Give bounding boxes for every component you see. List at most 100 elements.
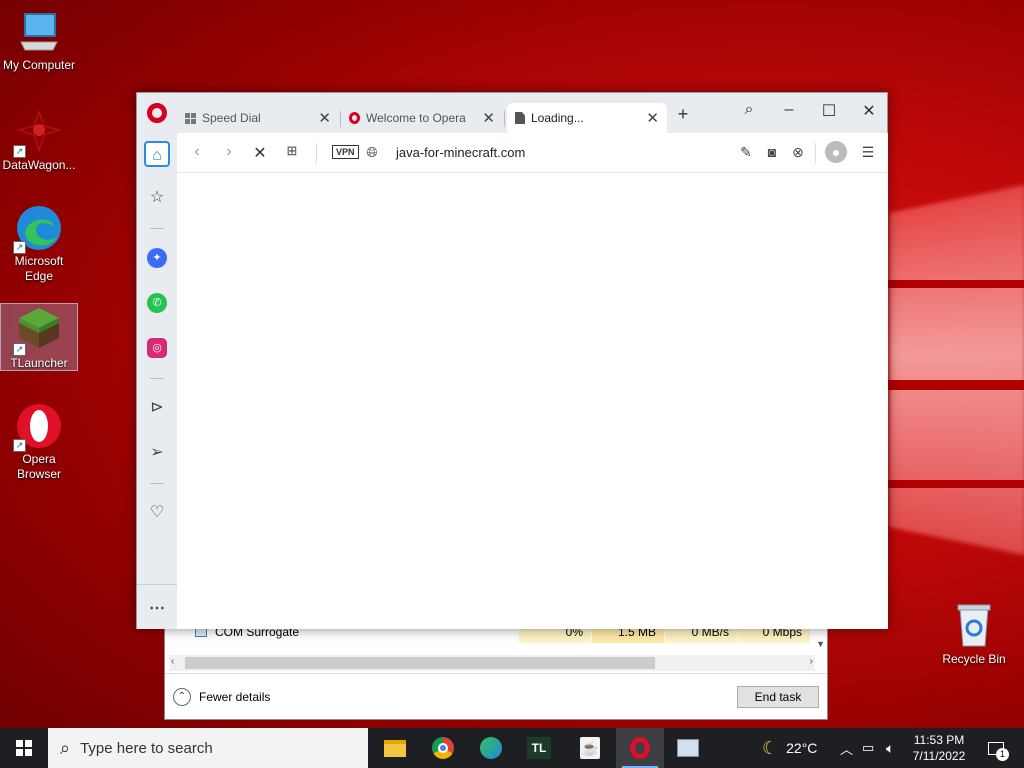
messenger-icon[interactable]: ✦ — [147, 248, 167, 268]
tab-divider — [504, 111, 505, 127]
desktop-icon-edge[interactable]: ↗ Microsoft Edge — [0, 204, 78, 284]
wallpaper-bar — [880, 380, 1024, 390]
java-icon: ☕ — [580, 737, 600, 759]
desktop-icon-label: TLauncher — [10, 356, 68, 370]
document-icon — [515, 112, 525, 124]
close-tab-icon[interactable]: ✕ — [318, 109, 331, 127]
opera-icon — [349, 112, 360, 124]
tabs-grid-icon[interactable]: ⊞ — [282, 143, 302, 159]
taskbar-file-explorer[interactable] — [371, 728, 419, 768]
sidebar-divider — [150, 378, 164, 379]
weather-widget[interactable]: ☾ 22°C — [762, 728, 817, 768]
end-task-button[interactable]: End task — [737, 686, 819, 708]
chrome-icon — [432, 737, 454, 759]
network-icon[interactable]: ▭ — [862, 728, 874, 768]
easy-setup-icon[interactable]: ☰ — [859, 144, 877, 161]
vpn-badge[interactable]: VPN — [332, 145, 359, 159]
opera-menu-icon[interactable] — [147, 103, 167, 123]
page-content[interactable] — [177, 173, 888, 629]
close-tab-icon[interactable]: ✕ — [646, 109, 659, 127]
show-hidden-icons-icon[interactable]: ︿ — [840, 728, 853, 768]
minimize-icon[interactable]: – — [777, 101, 801, 119]
close-tab-icon[interactable]: ✕ — [482, 109, 495, 127]
wallpaper-bar — [880, 280, 1024, 288]
desktop-icon-opera[interactable]: ↗ Opera Browser — [0, 402, 78, 482]
tab-loading[interactable]: Loading... ✕ — [507, 103, 667, 133]
search-placeholder: Type here to search — [80, 739, 213, 757]
taskbar-task-manager[interactable] — [664, 728, 712, 768]
url-field[interactable]: java-for-minecraft.com — [396, 145, 525, 160]
scroll-left-icon[interactable]: ‹ — [171, 656, 174, 667]
opera-window: Speed Dial ✕ Welcome to Opera ✕ Loading.… — [136, 92, 888, 629]
edge-icon: ↗ — [13, 204, 63, 254]
scrollbar-thumb[interactable] — [185, 657, 655, 669]
new-tab-icon[interactable]: + — [671, 104, 695, 125]
speed-dial-icon — [185, 112, 196, 124]
camera-icon[interactable]: ◙ — [763, 144, 781, 160]
scroll-down-icon[interactable]: ▼ — [816, 639, 825, 649]
tlauncher-icon: TL — [527, 737, 551, 759]
opera-icon: ↗ — [13, 402, 63, 452]
desktop-icon-label: Microsoft Edge — [14, 254, 64, 283]
heart-icon[interactable]: ♡ — [144, 500, 170, 526]
windows-icon — [16, 740, 32, 756]
volume-icon[interactable]: 🔈︎ — [886, 728, 894, 768]
close-window-icon[interactable]: ✕ — [857, 101, 881, 121]
back-icon[interactable]: ‹ — [187, 143, 207, 161]
horizontal-scrollbar[interactable]: ‹ › — [169, 655, 815, 671]
taskbar-opera[interactable] — [616, 728, 664, 768]
taskbar-edge[interactable] — [467, 728, 515, 768]
chevron-up-icon: ⌃ — [173, 688, 191, 706]
taskbar-tlauncher[interactable]: TL — [515, 728, 563, 768]
send-icon[interactable]: ➢ — [144, 440, 170, 466]
forward-icon[interactable]: › — [219, 143, 239, 161]
tab-welcome[interactable]: Welcome to Opera ✕ — [341, 103, 503, 133]
datawagon-icon: ↗ — [13, 108, 63, 158]
profile-icon[interactable]: ● — [825, 141, 847, 163]
search-tabs-icon[interactable]: ⌕ — [737, 101, 761, 119]
globe-icon[interactable]: 🌐︎ — [363, 144, 381, 161]
address-divider — [815, 143, 816, 163]
task-manager-footer: ⌃ Fewer details End task — [165, 673, 827, 721]
taskbar-search[interactable]: ⌕ Type here to search — [48, 728, 368, 768]
edit-icon[interactable]: ✎ — [737, 144, 755, 161]
more-options-icon[interactable]: ⋯ — [144, 596, 170, 622]
clock[interactable]: 11:53 PM 7/11/2022 — [906, 732, 972, 764]
taskbar: ⌕ Type here to search TL ☕ ☾ 22°C ︿ ▭ 🔈︎… — [0, 728, 1024, 768]
desktop-icon-datawagon[interactable]: ↗ DataWagon... — [0, 108, 78, 173]
tab-label: Speed Dial — [202, 111, 261, 125]
taskbar-java[interactable]: ☕ — [566, 728, 614, 768]
block-ads-icon[interactable]: ⊗ — [789, 144, 807, 161]
scroll-right-icon[interactable]: › — [810, 656, 813, 667]
shortcut-arrow-icon: ↗ — [13, 241, 26, 254]
fewer-details-button[interactable]: ⌃ Fewer details — [173, 688, 270, 706]
stop-loading-icon[interactable]: ✕ — [250, 143, 270, 163]
address-divider — [316, 143, 317, 163]
start-button[interactable] — [0, 728, 48, 768]
desktop-icon-my-computer[interactable]: My Computer — [0, 8, 78, 73]
opera-icon — [630, 737, 650, 759]
player-icon[interactable]: ⊳ — [144, 395, 170, 421]
tab-speed-dial[interactable]: Speed Dial ✕ — [177, 103, 339, 133]
desktop-icon-label: Recycle Bin — [942, 652, 1006, 666]
task-manager-icon — [677, 739, 699, 757]
taskbar-chrome[interactable] — [419, 728, 467, 768]
tab-label: Loading... — [531, 111, 584, 125]
desktop-icon-recycle-bin[interactable]: Recycle Bin — [935, 602, 1013, 667]
sidebar-divider — [150, 228, 164, 229]
notifications-button[interactable]: 1 — [982, 728, 1010, 768]
desktop-icon-tlauncher[interactable]: ↗ TLauncher — [0, 303, 78, 371]
notification-count: 1 — [996, 748, 1009, 761]
recycle-bin-icon — [950, 602, 998, 650]
sidebar-home-icon[interactable]: ⌂ — [144, 141, 170, 167]
sidebar-speed-dial-star-icon[interactable]: ☆ — [144, 185, 170, 211]
tab-bar: Speed Dial ✕ Welcome to Opera ✕ Loading.… — [137, 93, 887, 133]
opera-sidebar: ⌂ ☆ ✦ ✆ ◎ ⊳ ➢ ♡ ⋯ — [137, 133, 177, 629]
edge-icon — [480, 737, 502, 759]
maximize-icon[interactable]: ☐ — [817, 101, 841, 121]
address-bar: ‹ › ✕ ⊞ VPN 🌐︎ java-for-minecraft.com ✎ … — [177, 133, 888, 173]
folder-icon — [384, 739, 406, 757]
instagram-icon[interactable]: ◎ — [147, 338, 167, 358]
tab-label: Welcome to Opera — [366, 111, 466, 125]
whatsapp-icon[interactable]: ✆ — [147, 293, 167, 313]
